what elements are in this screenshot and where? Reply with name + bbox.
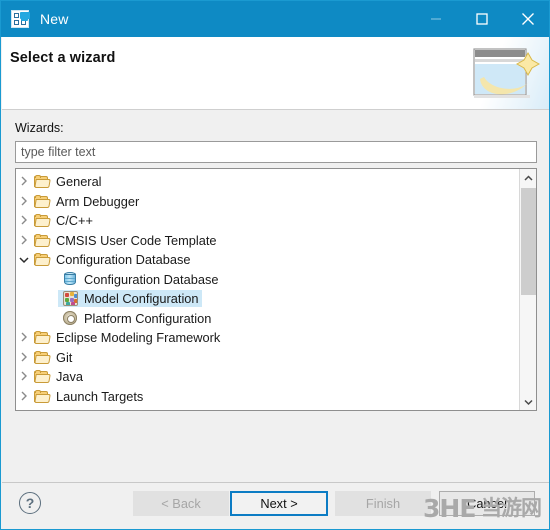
tree-item-icon <box>32 370 52 384</box>
tree-item[interactable]: Configuration Database <box>16 250 519 270</box>
tree-item[interactable]: Git <box>16 348 519 368</box>
tree-expander[interactable] <box>16 213 32 228</box>
chevron-down-icon[interactable] <box>19 252 29 267</box>
back-button[interactable]: < Back <box>133 491 229 516</box>
wizards-tree[interactable]: General Arm Debugger C/C++ CMSIS User Code … <box>16 169 519 410</box>
folder-icon <box>34 370 51 384</box>
tree-expander[interactable] <box>16 233 32 248</box>
tree-item[interactable]: Arm Debugger <box>16 192 519 212</box>
tree-item-icon <box>32 214 52 228</box>
chevron-down-icon <box>524 393 533 411</box>
folder-icon <box>34 233 51 247</box>
chevron-right-icon[interactable] <box>20 213 28 228</box>
tree-item-label: CMSIS User Code Template <box>56 232 217 248</box>
close-icon <box>521 12 535 26</box>
folder-icon <box>34 214 51 228</box>
tree-item-icon <box>60 291 80 307</box>
page-title: Select a wizard <box>10 50 116 66</box>
folder-icon <box>34 194 51 208</box>
folder-icon <box>34 175 51 189</box>
tree-item-icon <box>32 175 52 189</box>
tree-item-label: Eclipse Modeling Framework <box>56 330 221 346</box>
tree-vertical-scrollbar[interactable] <box>519 169 536 410</box>
tree-item-icon <box>32 253 52 267</box>
tree-item-label: Arm Debugger <box>56 193 140 209</box>
model-configuration-icon <box>62 291 78 307</box>
minimize-button[interactable] <box>413 1 459 37</box>
minimize-icon <box>430 13 442 25</box>
tree-item[interactable]: Platform Configuration <box>16 309 519 329</box>
tree-item[interactable]: Java <box>16 367 519 387</box>
cancel-button[interactable]: Cancel <box>439 491 535 516</box>
tree-item-label: General <box>56 174 102 190</box>
dialog-body: Wizards: General Arm Debugger C/C++ CMSIS U… <box>2 110 549 482</box>
tree-item-label: Configuration Database <box>56 252 191 268</box>
tree-item[interactable]: Launch Targets <box>16 387 519 407</box>
tree-expander[interactable] <box>16 174 32 189</box>
chevron-right-icon[interactable] <box>20 369 28 384</box>
close-button[interactable] <box>505 1 549 37</box>
filter-input[interactable] <box>15 141 537 163</box>
tree-expander[interactable] <box>16 252 32 267</box>
tree-item-label: Java <box>56 369 84 385</box>
tree-expander[interactable] <box>16 194 32 209</box>
tree-item-label: Configuration Database <box>84 271 219 287</box>
folder-icon <box>34 350 51 364</box>
maximize-button[interactable] <box>459 1 505 37</box>
scroll-thumb[interactable] <box>521 188 536 295</box>
tree-item-label: Git <box>56 349 73 365</box>
dialog-header: Select a wizard <box>2 37 549 110</box>
tree-expander[interactable] <box>16 350 32 365</box>
finish-button[interactable]: Finish <box>335 491 431 516</box>
scroll-down-button[interactable] <box>520 393 536 411</box>
dialog-footer: ? < Back Next > Finish Cancel <box>2 483 549 529</box>
new-wizard-dialog: New Select a wizard Wizards: type filter… <box>0 0 550 530</box>
tree-item-label: Launch Targets <box>56 388 144 404</box>
window-title: New <box>40 11 69 27</box>
chevron-right-icon[interactable] <box>20 174 28 189</box>
chevron-right-icon[interactable] <box>20 330 28 345</box>
tree-item[interactable]: CMSIS User Code Template <box>16 231 519 251</box>
chevron-right-icon[interactable] <box>20 389 28 404</box>
tree-expander[interactable] <box>16 369 32 384</box>
folder-icon <box>34 389 51 403</box>
scroll-up-button[interactable] <box>520 169 536 187</box>
tree-item-icon <box>32 331 52 345</box>
tree-expander[interactable] <box>16 330 32 345</box>
tree-item-icon <box>32 389 52 403</box>
tree-item-label: Model Configuration <box>84 291 199 307</box>
wizard-banner-image <box>458 37 549 109</box>
wizards-tree-panel: General Arm Debugger C/C++ CMSIS User Code … <box>15 168 537 411</box>
folder-icon <box>34 253 51 267</box>
tree-expander[interactable] <box>16 389 32 404</box>
chevron-right-icon[interactable] <box>20 194 28 209</box>
chevron-up-icon <box>524 169 533 187</box>
tree-item-icon <box>32 350 52 364</box>
tree-item-icon <box>60 311 80 326</box>
chevron-right-icon[interactable] <box>20 233 28 248</box>
chevron-right-icon[interactable] <box>20 350 28 365</box>
wizards-label: Wizards: <box>15 121 64 135</box>
next-button[interactable]: Next > <box>230 491 328 516</box>
folder-icon <box>34 331 51 345</box>
tree-item-icon <box>32 233 52 247</box>
window-controls <box>413 1 549 37</box>
maximize-icon <box>476 13 488 25</box>
tree-item[interactable]: Model Configuration <box>16 289 519 309</box>
tree-item[interactable]: General <box>16 172 519 192</box>
new-wizard-icon <box>10 9 30 29</box>
title-bar: New <box>1 1 549 37</box>
database-icon <box>64 272 76 286</box>
tree-item-icon <box>60 272 80 286</box>
gear-icon <box>63 311 77 326</box>
help-button[interactable]: ? <box>19 492 41 514</box>
tree-item[interactable]: Eclipse Modeling Framework <box>16 328 519 348</box>
tree-item[interactable]: C/C++ <box>16 211 519 231</box>
tree-item-label: Platform Configuration <box>84 310 212 326</box>
tree-item[interactable]: Configuration Database <box>16 270 519 290</box>
tree-item-icon <box>32 194 52 208</box>
tree-item-label: C/C++ <box>56 213 93 229</box>
